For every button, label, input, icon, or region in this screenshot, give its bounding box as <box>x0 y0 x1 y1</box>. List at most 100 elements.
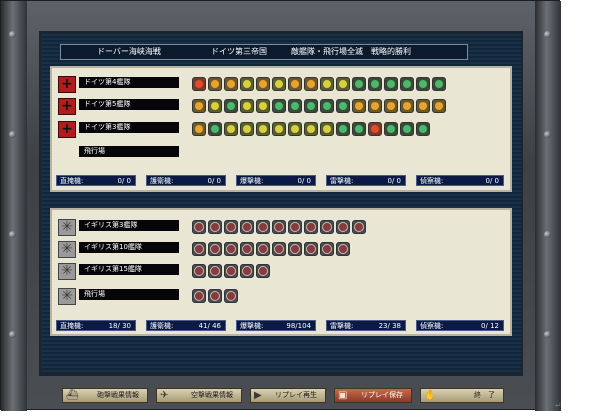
ship-token-icon <box>336 220 350 234</box>
union-jack-icon: ✳ <box>58 241 76 258</box>
replay-play-button[interactable]: ▶ リプレイ再生 <box>250 388 326 403</box>
fleet-ship-row <box>192 242 350 256</box>
ship-token-icon <box>240 99 254 113</box>
battleship-icon: ⛴ <box>66 390 79 401</box>
ship-token-icon <box>400 122 414 136</box>
stat-label: 護衛機: <box>150 177 174 185</box>
ship-token-icon <box>336 242 350 256</box>
german-flag-icon: + <box>58 98 76 115</box>
ship-token-icon <box>272 220 286 234</box>
ship-token-icon <box>432 99 446 113</box>
ship-token-icon <box>256 77 270 91</box>
stat-label: 雷撃機: <box>330 322 354 330</box>
ship-token-icon <box>288 77 302 91</box>
ship-token-icon <box>240 264 254 278</box>
battle-title-bar: ドーバー海峡海戦 ドイツ第三帝国 敵艦隊・飛行場全滅 戦略的勝利 <box>60 44 468 60</box>
ship-token-icon <box>192 264 206 278</box>
ship-token-icon <box>208 122 222 136</box>
union-jack-icon: ✳ <box>58 219 76 236</box>
stat-bomber: 爆撃機: 0/ 0 <box>236 175 316 186</box>
ship-token-icon <box>320 99 334 113</box>
ship-token-icon <box>304 77 318 91</box>
ship-token-icon <box>352 77 366 91</box>
stat-label: 偵察機: <box>420 177 444 185</box>
ship-token-icon <box>336 122 350 136</box>
ship-token-icon <box>416 99 430 113</box>
rivet-icon <box>544 331 551 338</box>
german-flag-icon: + <box>58 76 76 93</box>
ship-token-icon <box>272 77 286 91</box>
stat-value: 0/ 0 <box>297 177 312 185</box>
ship-token-icon <box>208 264 222 278</box>
button-label: リプレイ保存 <box>361 391 403 399</box>
left-steel-pillar <box>1 1 27 411</box>
plane-token-icon <box>224 289 238 303</box>
replay-save-button[interactable]: ▣ リプレイ保存 <box>334 388 412 403</box>
plane-token-icon <box>208 289 222 303</box>
ship-token-icon <box>192 77 206 91</box>
stat-label: 爆撃機: <box>240 322 264 330</box>
ship-token-icon <box>384 99 398 113</box>
rivet-icon <box>544 231 551 238</box>
handshake-icon: ✋ <box>424 390 437 401</box>
button-label: 終 了 <box>474 391 495 399</box>
rivet-icon <box>9 31 16 38</box>
ship-token-icon <box>256 264 270 278</box>
ship-token-icon <box>320 77 334 91</box>
airfield-plane-row <box>192 289 238 303</box>
stat-escort: 護衛機: 0/ 0 <box>146 175 226 186</box>
stat-value: 0/ 0 <box>485 177 500 185</box>
ship-token-icon <box>320 122 334 136</box>
ship-token-icon <box>224 220 238 234</box>
film-reel-icon: ▶ <box>254 390 262 401</box>
airfield-label: 飛行場 <box>79 146 179 157</box>
fleet-ship-row <box>192 99 446 113</box>
stat-recon: 偵察機: 0/ 0 <box>416 175 504 186</box>
button-label: 砲撃戦果情報 <box>97 391 139 399</box>
stat-value: 0/ 12 <box>481 322 499 330</box>
ship-token-icon <box>192 242 206 256</box>
ship-token-icon <box>336 77 350 91</box>
ship-token-icon <box>272 242 286 256</box>
stat-recon: 偵察機: 0/ 12 <box>416 320 504 331</box>
airplane-icon: ✈ <box>160 390 169 401</box>
ship-token-icon <box>256 122 270 136</box>
ship-token-icon <box>384 77 398 91</box>
ship-token-icon <box>192 220 206 234</box>
stat-fighter-cover: 直掩機: 18/ 30 <box>56 320 136 331</box>
ship-token-icon <box>240 220 254 234</box>
stat-value: 23/ 38 <box>378 322 401 330</box>
button-label: リプレイ再生 <box>275 391 317 399</box>
ship-token-icon <box>288 99 302 113</box>
stat-value: 0/ 0 <box>387 177 402 185</box>
ship-token-icon <box>352 99 366 113</box>
ship-token-icon <box>288 242 302 256</box>
ship-token-icon <box>432 77 446 91</box>
rivet-icon <box>9 331 16 338</box>
button-label: 空撃戦果情報 <box>191 391 233 399</box>
stat-value: 41/ 46 <box>198 322 221 330</box>
stat-escort: 護衛機: 41/ 46 <box>146 320 226 331</box>
stat-label: 護衛機: <box>150 322 174 330</box>
ship-token-icon <box>368 99 382 113</box>
ship-token-icon <box>192 99 206 113</box>
ship-token-icon <box>224 99 238 113</box>
return-mark: ↵ <box>555 401 562 410</box>
fleet-label: ドイツ第3艦隊 <box>79 122 179 133</box>
stat-value: 0/ 0 <box>207 177 222 185</box>
fleet-label: ドイツ第5艦隊 <box>79 99 179 110</box>
ship-token-icon <box>304 99 318 113</box>
ship-token-icon <box>352 122 366 136</box>
ship-token-icon <box>304 122 318 136</box>
stat-value: 98/104 <box>286 322 311 330</box>
ship-token-icon <box>320 220 334 234</box>
stat-fighter-cover: 直掩機: 0/ 0 <box>56 175 136 186</box>
air-battle-results-button[interactable]: ✈ 空撃戦果情報 <box>156 388 242 403</box>
end-button[interactable]: ✋ 終 了 <box>420 388 504 403</box>
surface-battle-results-button[interactable]: ⛴ 砲撃戦果情報 <box>62 388 148 403</box>
stat-value: 18/ 30 <box>108 322 131 330</box>
ship-token-icon <box>208 77 222 91</box>
stat-label: 雷撃機: <box>330 177 354 185</box>
ship-token-icon <box>224 77 238 91</box>
ship-token-icon <box>224 122 238 136</box>
